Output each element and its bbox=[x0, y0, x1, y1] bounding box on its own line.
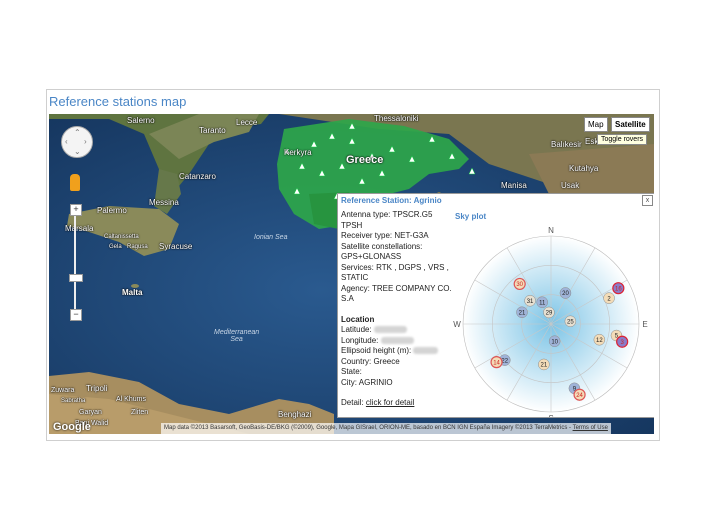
services: Services: RTK , DGPS , VRS , STATIC bbox=[341, 262, 449, 283]
satellite-constellations: Satellite constellations: GPS+GLONASS bbox=[341, 241, 423, 262]
map-attribution: Map data ©2013 Basarsoft, GeoBasis-DE/BK… bbox=[161, 423, 611, 434]
island-label: Malta bbox=[122, 288, 143, 297]
satellite-id-label: 20 bbox=[562, 291, 569, 297]
agency: Agency: TREE COMPANY CO. S.A bbox=[341, 283, 452, 304]
city-label: Gela bbox=[109, 244, 122, 250]
zoom-control[interactable]: + − bbox=[69, 204, 83, 321]
terms-of-use-link[interactable]: Terms of Use bbox=[573, 425, 608, 431]
city-label: Sabratha bbox=[61, 398, 86, 404]
compass-west: W bbox=[453, 320, 461, 329]
ellipsoid-height: Ellipsoid height (m): 000.00 bbox=[341, 346, 453, 357]
satellite-id-label: 31 bbox=[527, 299, 534, 305]
city-label: Benghazi bbox=[278, 410, 312, 419]
city-label: Ragusa bbox=[127, 244, 148, 250]
pan-right-icon[interactable]: › bbox=[84, 137, 87, 146]
map-canvas[interactable]: Salerno Taranto Lecce Thessaloniki Catan… bbox=[49, 114, 654, 434]
city-label: Catanzaro bbox=[179, 172, 216, 181]
state: State: bbox=[341, 367, 362, 376]
city-label: Usak bbox=[561, 181, 580, 190]
city-label: Syracuse bbox=[159, 242, 193, 251]
city-label: Zuwara bbox=[51, 387, 75, 394]
satellite-id-label: 10 bbox=[551, 339, 558, 345]
station-info-window: Reference Station: Agrinio x Antenna typ… bbox=[337, 193, 654, 418]
compass-north: N bbox=[548, 226, 554, 235]
city-label: Al Khums bbox=[116, 396, 146, 403]
zoom-in-button[interactable]: + bbox=[70, 204, 82, 216]
satellite-id-label: 11 bbox=[539, 300, 546, 306]
pan-up-icon[interactable]: ⌃ bbox=[74, 128, 81, 137]
city-label: Kerkyra bbox=[284, 148, 312, 157]
country-label: Greece bbox=[346, 154, 384, 166]
city-label: Thessaloniki bbox=[374, 114, 419, 123]
pan-left-icon[interactable]: ‹ bbox=[65, 137, 68, 146]
city-label: Taranto bbox=[199, 126, 226, 135]
city: City: AGRINIO bbox=[341, 377, 393, 387]
antenna-type: Antenna type: TPSCR.G5 TPSH bbox=[341, 210, 433, 230]
country: Country: Greece bbox=[341, 356, 400, 366]
satellite-id-label: 30 bbox=[516, 282, 523, 288]
sea-label: Ionian Sea bbox=[254, 234, 288, 241]
city-label: Tripoli bbox=[86, 384, 108, 393]
city-label: Zliten bbox=[131, 409, 149, 416]
city-label: Caltanissetta bbox=[104, 234, 139, 240]
redacted-value: 00.00000 bbox=[373, 326, 408, 333]
map-type-satellite-button[interactable]: Satellite bbox=[611, 117, 650, 132]
detail-row: Detail: click for detail bbox=[341, 398, 415, 407]
map-type-map-button[interactable]: Map bbox=[584, 117, 608, 132]
satellite-id-label: 21 bbox=[519, 310, 526, 316]
satellite-id-label: 12 bbox=[596, 338, 603, 344]
sky-plot: NSEW16230203111292125531210221421924 bbox=[453, 226, 647, 417]
city-label: Balıkesir bbox=[551, 140, 582, 149]
satellite-id-label: 29 bbox=[546, 311, 553, 317]
city-label: Lecce bbox=[236, 118, 258, 127]
receiver-type: Receiver type: NET-G3A bbox=[341, 231, 429, 240]
longitude: Longitude: 00.00000 bbox=[341, 336, 453, 347]
location-heading: Location bbox=[341, 314, 375, 324]
satellite-id-label: 25 bbox=[567, 319, 574, 325]
city-label: Garyan bbox=[79, 409, 102, 416]
city-label: Messina bbox=[149, 198, 179, 207]
satellite-id-label: 14 bbox=[493, 360, 500, 366]
redacted-value: 000.00 bbox=[413, 347, 438, 354]
pan-control[interactable]: ⌃ ⌄ ‹ › bbox=[61, 126, 93, 158]
google-logo: Google bbox=[53, 421, 91, 433]
page-title: Reference stations map bbox=[49, 94, 187, 109]
pegman-icon[interactable] bbox=[70, 174, 80, 191]
zoom-slider-track[interactable] bbox=[74, 214, 76, 309]
detail-link[interactable]: click for detail bbox=[366, 398, 414, 407]
city-label: Kutahya bbox=[569, 164, 599, 173]
redacted-value: 00.00000 bbox=[380, 336, 414, 344]
reference-stations-panel: Reference stations map Salerno Taranto L… bbox=[46, 89, 660, 441]
satellite-id-label: 21 bbox=[541, 363, 548, 369]
city-label: Manisa bbox=[501, 181, 527, 190]
compass-south: S bbox=[548, 414, 553, 417]
zoom-out-button[interactable]: − bbox=[70, 309, 82, 321]
station-title: Reference Station: Agrinio bbox=[341, 196, 442, 205]
satellite-id-label: 24 bbox=[576, 393, 583, 399]
city-label: Palermo bbox=[97, 206, 127, 215]
city-label: Salerno bbox=[127, 116, 155, 125]
close-icon[interactable]: x bbox=[642, 195, 653, 206]
station-details: Antenna type: TPSCR.G5 TPSH Receiver typ… bbox=[341, 210, 453, 409]
pan-down-icon[interactable]: ⌄ bbox=[74, 147, 81, 156]
satellite-id-label: 16 bbox=[615, 286, 622, 292]
compass-east: E bbox=[642, 320, 647, 329]
sea-label: Mediterranean Sea bbox=[214, 329, 260, 343]
latitude: Latitude: 00.00000 bbox=[341, 325, 453, 336]
toggle-rovers-tooltip[interactable]: Toggle rovers bbox=[597, 134, 648, 145]
zoom-slider-handle[interactable] bbox=[69, 274, 83, 282]
